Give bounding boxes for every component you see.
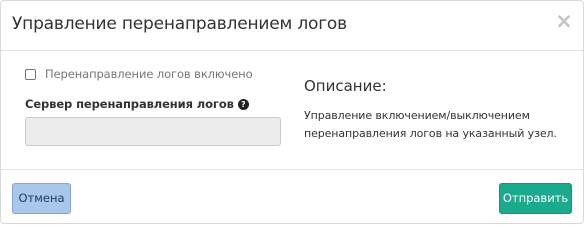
modal-footer: Отмена Отправить (1, 169, 583, 224)
description-heading: Описание: (304, 77, 387, 95)
modal-title: Управление перенаправлением логов (12, 14, 347, 34)
cancel-button[interactable]: Отмена (12, 183, 71, 214)
redirect-enabled-row[interactable]: Перенаправление логов включено (25, 67, 253, 81)
close-icon[interactable]: × (555, 11, 573, 32)
help-icon[interactable]: ? (237, 98, 249, 110)
modal-header: Управление перенаправлением логов × (1, 1, 583, 51)
description-text: Управление включением/выключением перена… (304, 109, 557, 140)
log-redirect-modal: Управление перенаправлением логов × Пере… (0, 0, 584, 224)
redirect-enabled-label[interactable]: Перенаправление логов включено (45, 67, 253, 81)
server-input[interactable] (25, 117, 281, 146)
submit-button[interactable]: Отправить (499, 183, 572, 214)
server-field-label: Сервер перенаправления логов ? (25, 97, 249, 111)
redirect-enabled-checkbox[interactable] (25, 68, 36, 80)
server-field-label-text: Сервер перенаправления логов (25, 97, 234, 111)
